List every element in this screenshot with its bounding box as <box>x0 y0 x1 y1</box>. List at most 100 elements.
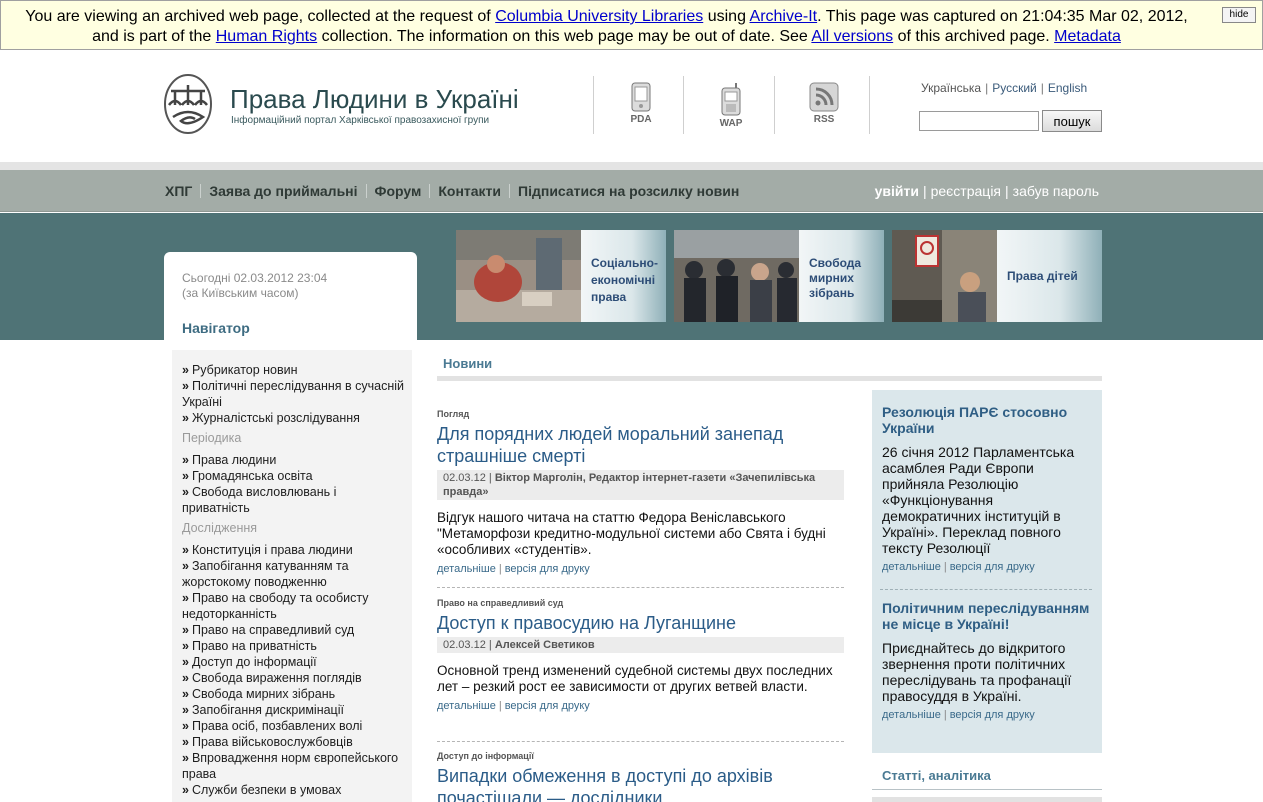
article-title[interactable]: Доступ к правосудию на Луганщине <box>437 612 844 634</box>
current-date: Сьогодні 02.03.2012 23:04 <box>182 271 328 285</box>
article-meta: 02.03.12 | Алексей Светиков <box>437 637 844 653</box>
sidebar-item-research[interactable]: » Права осіб, позбавлених волі <box>182 718 407 734</box>
divider <box>437 741 844 742</box>
metadata-link[interactable]: Metadata <box>1054 28 1121 45</box>
site-title[interactable]: Права Людини в Україні <box>230 84 519 115</box>
featured-title[interactable]: Політичним переслідуванням не місце в Ук… <box>882 600 1094 632</box>
archive-text-4: collection. The information on this web … <box>317 28 812 45</box>
article-title[interactable]: Випадки обмеження в доступі до архівів п… <box>437 765 844 802</box>
sidebar-item-research[interactable]: » Права військовослужбовців <box>182 734 407 750</box>
divider <box>872 797 1102 802</box>
print-version-link[interactable]: версія для друку <box>505 700 590 712</box>
hide-banner-button[interactable]: hide <box>1222 7 1256 23</box>
article-date: 02.03.12 <box>443 472 486 484</box>
pda-link[interactable]: PDA <box>611 82 671 125</box>
sidebar-item-research[interactable]: » Право на приватність <box>182 638 407 654</box>
banner-socio-economic-rights[interactable]: Соціально- економічні права <box>456 230 666 322</box>
sidebar-item-label: Запобігання катуванням та жорстокому пов… <box>182 559 349 589</box>
nav-item-reception[interactable]: Заява до приймальні <box>209 183 357 199</box>
register-link[interactable]: реєстрація <box>931 183 1001 199</box>
site-subtitle: Інформаційний портал Харківської правоза… <box>231 115 490 126</box>
separator: | <box>1040 81 1044 95</box>
read-more-link[interactable]: детальніше <box>882 709 941 721</box>
sidebar-item-label: Свобода мирних зібрань <box>191 687 336 701</box>
nav-item-khpg[interactable]: ХПГ <box>165 183 192 199</box>
wap-label: WAP <box>719 118 743 129</box>
news-article: Доступ до інформації Випадки обмеження в… <box>437 751 844 802</box>
article-summary: Основной тренд изменений судебной систем… <box>437 663 833 694</box>
forgot-password-link[interactable]: забув пароль <box>1013 183 1099 199</box>
print-version-link[interactable]: версія для друку <box>950 561 1035 573</box>
banner-label-line: Права дітей <box>1007 269 1078 283</box>
sidebar-item-human-rights[interactable]: » Права людини <box>182 452 407 468</box>
all-versions-link[interactable]: All versions <box>811 28 893 45</box>
lang-ukrainian[interactable]: Українська <box>921 81 981 95</box>
sidebar-item-research[interactable]: » Запобігання катуванням та жорстокому по… <box>182 558 407 590</box>
archive-text-1: You are viewing an archived web page, co… <box>25 8 496 25</box>
print-version-link[interactable]: версія для друку <box>505 563 590 575</box>
read-more-link[interactable]: детальніше <box>882 561 941 573</box>
sidebar-item-research[interactable]: » Право на справедливий суд <box>182 622 407 638</box>
sidebar-item-research[interactable]: » Запобігання дискримінації <box>182 702 407 718</box>
sidebar-item-research[interactable]: » Свобода вираження поглядів <box>182 670 407 686</box>
login-link[interactable]: увійти <box>875 183 919 199</box>
article-author: Алексей Светиков <box>494 639 595 651</box>
sidebar-section-research: Дослідження <box>182 521 258 535</box>
article-category[interactable]: Погляд <box>437 409 844 419</box>
sidebar-item-research[interactable]: » Служби безпеки в умовах <box>182 782 407 798</box>
nav-item-forum[interactable]: Форум <box>375 183 422 199</box>
divider <box>509 184 511 198</box>
articles-heading[interactable]: Статті, аналітика <box>882 768 991 783</box>
human-rights-collection-link[interactable]: Human Rights <box>216 28 317 45</box>
news-article: Погляд Для порядних людей моральний зане… <box>437 409 844 575</box>
banner-label-line: права <box>591 290 627 304</box>
divider <box>683 76 684 134</box>
divider <box>429 184 431 198</box>
sidebar-item-research[interactable]: » Конституція і права людини <box>182 542 407 558</box>
wap-link[interactable]: WAP <box>701 82 761 129</box>
sidebar-item-research[interactable]: » Свобода мирних зібрань <box>182 686 407 702</box>
sidebar-item-freedom-of-expression-privacy[interactable]: » Свобода висловлювань і приватність <box>182 484 407 516</box>
search-input[interactable] <box>919 111 1039 131</box>
site-logo-icon[interactable] <box>163 73 213 135</box>
sidebar-item-label: Запобігання дискримінації <box>191 703 344 717</box>
archive-it-link[interactable]: Archive-It <box>750 8 818 25</box>
featured-title[interactable]: Резолюція ПАРЄ стосовно України <box>882 404 1094 436</box>
articles-section-header: Статті, аналітика <box>872 766 1102 790</box>
banner-label: Свобода мирних зібрань <box>799 230 884 322</box>
nav-item-subscribe[interactable]: Підписатися на розсилку новин <box>518 183 739 199</box>
search-button[interactable]: пошук <box>1042 110 1102 132</box>
sidebar-item-news-rubricator[interactable]: » Рубрикатор новин <box>182 362 407 378</box>
sidebar-item-label: Свобода висловлювань і приватність <box>182 485 337 515</box>
sidebar-item-journalist-investigations[interactable]: » Журналістські розслідування <box>182 410 407 426</box>
lang-russian[interactable]: Русский <box>992 81 1037 95</box>
columbia-libraries-link[interactable]: Columbia University Libraries <box>495 8 703 25</box>
separator: | <box>1005 183 1009 199</box>
lang-english[interactable]: English <box>1048 81 1087 95</box>
sidebar-item-label: Впровадження норм європейського права <box>182 751 399 781</box>
archive-text-5: of this archived page. <box>893 28 1055 45</box>
read-more-link[interactable]: детальніше <box>437 563 496 575</box>
divider <box>437 587 844 588</box>
sidebar-item-research[interactable]: » Доступ до інформації <box>182 654 407 670</box>
article-category[interactable]: Право на справедливий суд <box>437 598 844 608</box>
sidebar-item-civic-education[interactable]: » Громадянська освіта <box>182 468 407 484</box>
featured-text: 26 січня 2012 Парламентська асамблея Рад… <box>882 444 1075 556</box>
sidebar-item-political-persecution[interactable]: » Політичні переслідування в сучасній Укр… <box>182 378 407 410</box>
article-category[interactable]: Доступ до інформації <box>437 751 844 761</box>
featured-item: Резолюція ПАРЄ стосовно України 26 січня… <box>882 404 1094 573</box>
banner-freedom-of-assembly[interactable]: Свобода мирних зібрань <box>674 230 884 322</box>
read-more-link[interactable]: детальніше <box>437 700 496 712</box>
bullet: » <box>182 559 189 573</box>
featured-links: детальніше | версія для друку <box>882 561 1094 573</box>
nav-item-contacts[interactable]: Контакти <box>438 183 501 199</box>
sidebar-navigator: » Рубрикатор новин » Політичні переслідува… <box>172 350 412 802</box>
print-version-link[interactable]: версія для друку <box>950 709 1035 721</box>
sidebar-item-label: Свобода вираження поглядів <box>191 671 362 685</box>
banner-children-rights[interactable]: Права дітей <box>892 230 1102 322</box>
sidebar-item-research[interactable]: » Право на свободу та особисту недоторкан… <box>182 590 407 622</box>
sidebar-item-research[interactable]: » Впровадження норм європейського права <box>182 750 407 782</box>
article-title[interactable]: Для порядних людей моральний занепад стр… <box>437 423 844 467</box>
rss-link[interactable]: RSS <box>794 82 854 125</box>
bullet: » <box>182 623 189 637</box>
